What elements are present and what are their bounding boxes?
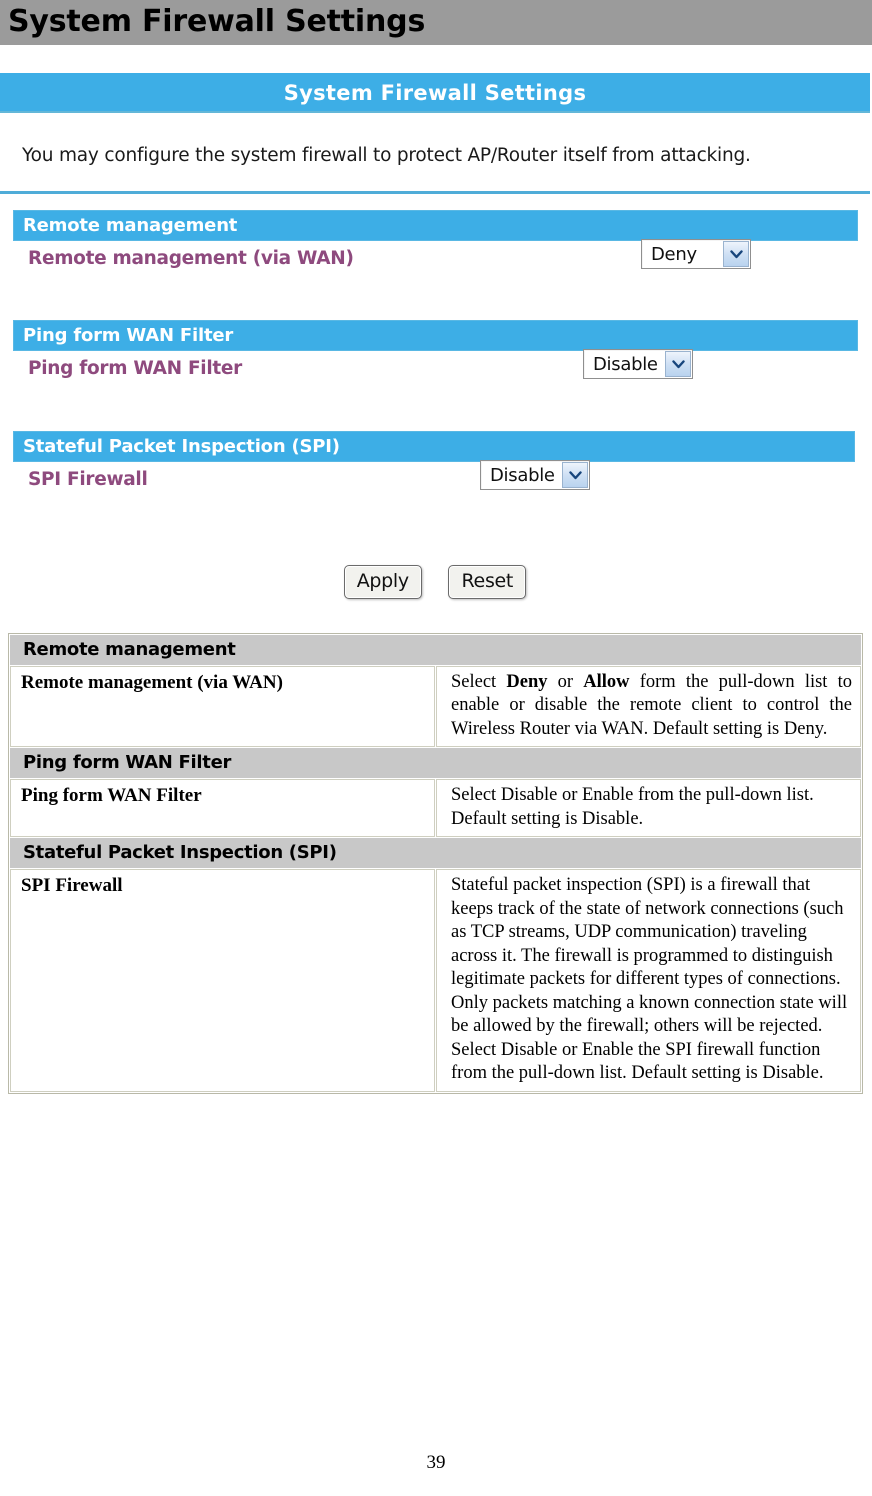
table-desc-spi-firewall: Stateful packet inspection (SPI) is a fi… xyxy=(436,869,861,1092)
chevron-down-icon[interactable] xyxy=(665,351,691,377)
ui-banner-title: System Firewall Settings xyxy=(283,81,587,105)
chevron-down-icon[interactable] xyxy=(562,462,588,488)
table-term-ping-form-wan-filter: Ping form WAN Filter xyxy=(10,779,435,838)
desc-text-prefix: Select xyxy=(451,672,507,692)
table-row: Ping form WAN Filter Select Disable or E… xyxy=(10,779,861,838)
section-bar-label: Ping form WAN Filter xyxy=(23,325,234,346)
table-section-header-ping-form-wan-filter: Ping form WAN Filter xyxy=(10,748,861,779)
select-remote-management[interactable]: Deny xyxy=(641,239,751,269)
select-ping-form-wan-filter[interactable]: Disable xyxy=(583,349,693,379)
table-section-header-row: Stateful Packet Inspection (SPI) xyxy=(10,838,861,869)
ui-description-text: You may configure the system firewall to… xyxy=(22,145,751,166)
select-remote-management-value: Deny xyxy=(651,243,697,265)
router-web-ui-panel: System Firewall Settings You may configu… xyxy=(0,45,872,625)
desc-text-mid: or xyxy=(547,672,584,692)
table-desc-ping-form-wan-filter: Select Disable or Enable from the pull-d… xyxy=(436,779,861,838)
section-bar-remote-management: Remote management xyxy=(13,210,858,241)
table-row: SPI Firewall Stateful packet inspection … xyxy=(10,869,861,1092)
section-bar-label: Stateful Packet Inspection (SPI) xyxy=(23,436,340,457)
table-term-spi-firewall: SPI Firewall xyxy=(10,869,435,1092)
desc-text-bold-allow: Allow xyxy=(583,672,630,692)
page-title: System Firewall Settings xyxy=(8,4,426,39)
table-section-header-spi: Stateful Packet Inspection (SPI) xyxy=(10,838,861,869)
table-section-header-row: Ping form WAN Filter xyxy=(10,748,861,779)
desc-paragraph-1: Stateful packet inspection (SPI) is a fi… xyxy=(451,875,848,1037)
chevron-down-icon[interactable] xyxy=(723,241,749,267)
desc-paragraph-2: Select Disable or Enable the SPI firewal… xyxy=(451,1039,824,1084)
field-label-ping-form-wan-filter: Ping form WAN Filter xyxy=(28,358,243,379)
section-bar-label: Remote management xyxy=(23,215,238,236)
field-label-spi-firewall: SPI Firewall xyxy=(28,469,148,490)
documentation-table: Remote management Remote management (via… xyxy=(8,633,863,1094)
apply-button[interactable]: Apply xyxy=(343,565,422,599)
table-section-header-row: Remote management xyxy=(10,635,861,665)
table-section-header-remote-management: Remote management xyxy=(10,635,861,665)
reset-button[interactable]: Reset xyxy=(448,565,527,599)
section-bar-ping-form-wan-filter: Ping form WAN Filter xyxy=(13,320,858,351)
page-title-bar: System Firewall Settings xyxy=(0,0,872,45)
form-button-row: Apply Reset xyxy=(0,565,870,599)
select-ping-form-wan-filter-value: Disable xyxy=(593,353,658,375)
select-spi-firewall[interactable]: Disable xyxy=(480,460,590,490)
field-label-remote-management: Remote management (via WAN) xyxy=(28,248,354,269)
table-term-remote-management: Remote management (via WAN) xyxy=(10,666,435,748)
select-spi-firewall-value: Disable xyxy=(490,464,555,486)
table-desc-remote-management: Select Deny or Allow form the pull-down … xyxy=(436,666,861,748)
section-bar-stateful-packet-inspection: Stateful Packet Inspection (SPI) xyxy=(13,431,855,462)
page-number: 39 xyxy=(426,1452,446,1473)
ui-banner: System Firewall Settings xyxy=(0,73,870,113)
desc-text-bold-deny: Deny xyxy=(506,672,548,692)
table-row: Remote management (via WAN) Select Deny … xyxy=(10,666,861,748)
horizontal-rule xyxy=(0,191,870,194)
